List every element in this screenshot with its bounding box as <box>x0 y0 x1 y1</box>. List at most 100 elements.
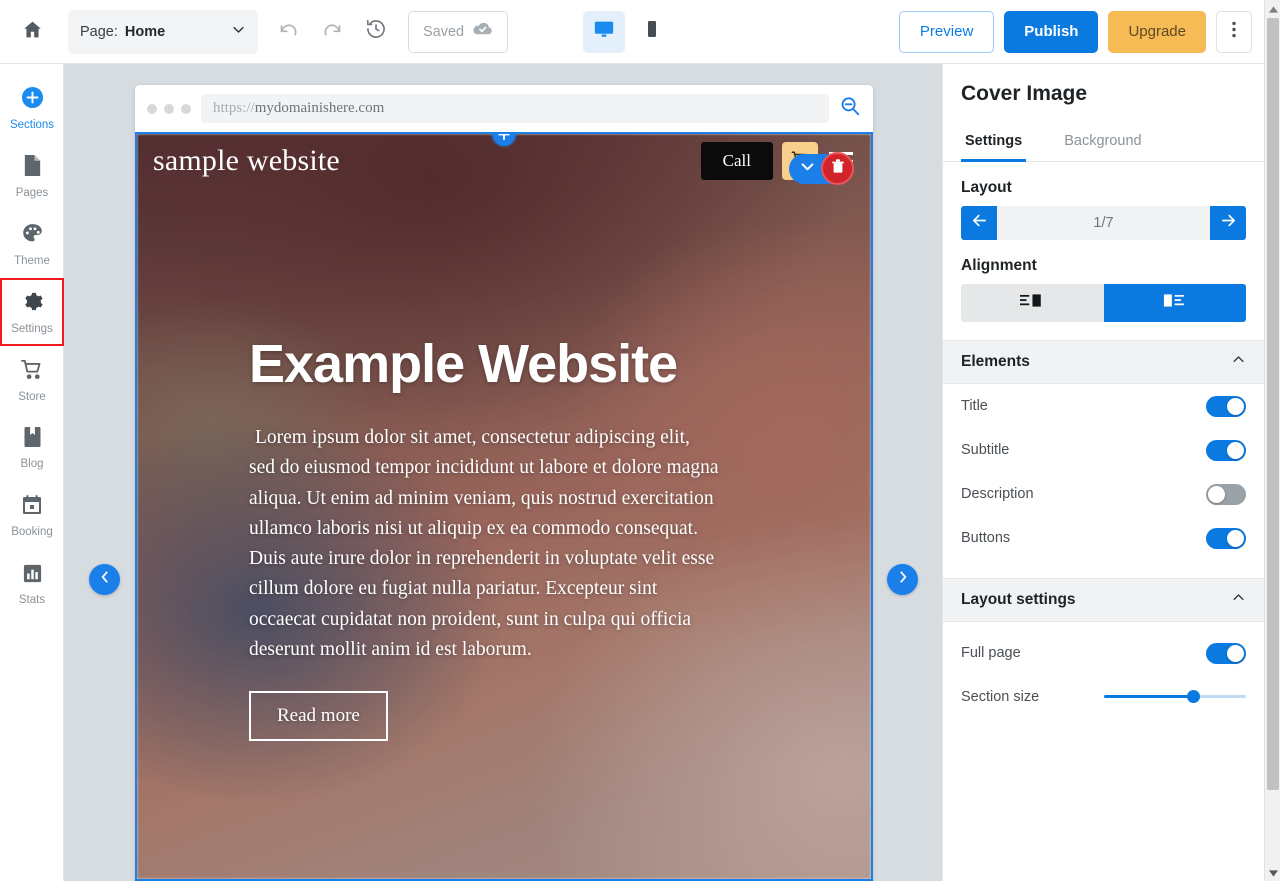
layout-settings-accordion-header[interactable]: Layout settings <box>943 578 1264 622</box>
more-vertical-icon <box>1232 21 1236 43</box>
book-icon <box>22 426 43 453</box>
section-size-slider[interactable] <box>1104 687 1246 707</box>
page-icon <box>22 154 43 182</box>
undo-button[interactable] <box>266 10 310 54</box>
home-button[interactable] <box>0 0 64 63</box>
sidebar-item-booking[interactable]: Booking <box>0 482 64 550</box>
scroll-down-button[interactable] <box>1265 864 1280 881</box>
sidebar-item-label: Pages <box>15 186 49 199</box>
element-row-subtitle: Subtitle <box>943 428 1264 472</box>
element-row-title: Title <box>943 384 1264 428</box>
slider-fill <box>1104 695 1194 698</box>
sidebar-item-label: Store <box>18 390 46 403</box>
plus-icon <box>498 134 510 140</box>
app-root: Page: Home Saved Preview Publish Upgrade… <box>0 0 1280 881</box>
plus-circle-icon <box>21 86 44 114</box>
mobile-icon <box>642 19 662 44</box>
toggle-buttons[interactable] <box>1206 527 1246 549</box>
sidebar-item-settings[interactable]: Settings <box>0 278 64 346</box>
editor-canvas: https://mydomainishere.com sample websit… <box>64 64 942 881</box>
sidebar-item-label: Settings <box>11 322 53 335</box>
redo-button[interactable] <box>310 10 354 54</box>
align-image-left-text-right-button[interactable] <box>1103 284 1246 322</box>
call-button[interactable]: Call <box>700 142 773 180</box>
cover-image-section[interactable]: sample website Call Example Website Lore… <box>135 132 873 881</box>
site-brand: sample website <box>153 144 340 177</box>
toggle-description[interactable] <box>1206 483 1246 505</box>
sidebar-item-label: Booking <box>11 526 53 538</box>
url-scheme: https:// <box>213 100 255 116</box>
arrow-right-icon <box>1220 212 1237 234</box>
scroll-up-button[interactable] <box>1265 0 1280 17</box>
version-history-button[interactable] <box>354 10 398 54</box>
arrow-left-icon <box>971 212 988 234</box>
page-selector-value: Home <box>124 23 166 40</box>
read-more-button[interactable]: Read more <box>249 690 388 741</box>
url-bar[interactable]: https://mydomainishere.com <box>201 94 829 123</box>
tab-settings[interactable]: Settings <box>961 122 1027 162</box>
next-section-button[interactable] <box>887 564 918 595</box>
layout-next-button[interactable] <box>1210 206 1246 240</box>
tab-background[interactable]: Background <box>1060 122 1145 162</box>
cover-heading: Example Website <box>249 334 678 394</box>
toggle-full-page[interactable] <box>1206 642 1246 664</box>
page-selector[interactable]: Page: Home <box>68 9 258 54</box>
align-text-left-image-right-button[interactable] <box>961 284 1104 322</box>
home-icon <box>22 19 43 45</box>
saved-status-button[interactable]: Saved <box>408 10 509 53</box>
element-label: Title <box>961 398 988 414</box>
sidebar-item-theme[interactable]: Theme <box>0 210 64 278</box>
sidebar-item-pages[interactable]: Pages <box>0 142 64 210</box>
window-dot <box>147 103 157 114</box>
device-mobile-button[interactable] <box>631 11 673 53</box>
preview-browser-bar: https://mydomainishere.com <box>135 85 873 132</box>
sidebar-item-label: Blog <box>20 458 44 470</box>
desktop-icon <box>593 18 615 45</box>
layout-prev-button[interactable] <box>961 206 997 240</box>
cover-paragraph: Lorem ipsum dolor sit amet, consectetur … <box>249 427 719 660</box>
sidebar-item-blog[interactable]: Blog <box>0 414 64 482</box>
align-image-left-text-right-icon <box>1163 293 1187 313</box>
scrollbar-thumb[interactable] <box>1267 18 1279 790</box>
elements-accordion-header[interactable]: Elements <box>943 340 1264 384</box>
sidebar-item-label: Sections <box>9 118 55 131</box>
chevron-up-icon <box>1231 352 1246 372</box>
sidebar-item-stats[interactable]: Stats <box>0 550 64 618</box>
more-options-button[interactable] <box>1216 10 1252 53</box>
preview-button[interactable]: Preview <box>898 10 995 53</box>
element-label: Buttons <box>961 530 1011 546</box>
device-preview-switch <box>583 10 673 53</box>
properties-panel: Cover Image Settings Background Layout 1… <box>942 64 1264 881</box>
trash-icon <box>831 158 845 179</box>
page-scrollbar[interactable] <box>1264 0 1280 881</box>
window-dots <box>147 103 191 114</box>
cart-icon <box>20 358 44 386</box>
window-dot <box>164 103 174 114</box>
device-desktop-button[interactable] <box>583 10 625 53</box>
element-row-description: Description <box>943 472 1264 516</box>
sidebar-item-label: Theme <box>14 254 50 267</box>
upgrade-button[interactable]: Upgrade <box>1108 10 1206 53</box>
toggle-title[interactable] <box>1206 395 1246 417</box>
calendar-icon <box>21 494 43 521</box>
scroll-down-arrow-icon <box>1268 864 1278 881</box>
zoom-out-icon[interactable] <box>839 95 861 122</box>
previous-section-button[interactable] <box>89 564 120 595</box>
redo-icon <box>322 19 343 45</box>
alignment-label: Alignment <box>961 257 1037 274</box>
history-icon <box>365 18 387 45</box>
toggle-subtitle[interactable] <box>1206 439 1246 461</box>
sidebar-item-sections[interactable]: Sections <box>0 74 64 142</box>
element-row-buttons: Buttons <box>943 516 1264 560</box>
site-preview-frame: https://mydomainishere.com sample websit… <box>135 85 873 881</box>
elements-label: Elements <box>961 353 1030 370</box>
publish-button[interactable]: Publish <box>1004 10 1099 53</box>
sidebar-item-store[interactable]: Store <box>0 346 64 414</box>
undo-icon <box>278 19 299 45</box>
sidebar-item-label: Stats <box>18 593 46 606</box>
layout-label: Layout <box>961 179 1012 196</box>
section-delete-button[interactable] <box>821 152 854 185</box>
align-text-left-image-right-icon <box>1020 293 1044 313</box>
toolbar-actions: Preview Publish Upgrade <box>898 10 1252 53</box>
slider-thumb[interactable] <box>1186 690 1200 703</box>
